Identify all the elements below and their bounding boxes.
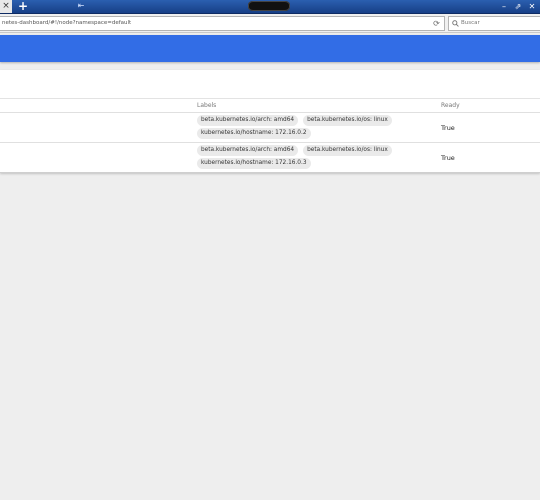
- label-chip: beta.kubernetes.io/os: linux: [303, 115, 392, 126]
- search-icon: [452, 17, 459, 30]
- labels-cell: beta.kubernetes.io/arch: amd64 beta.kube…: [197, 145, 432, 169]
- minimize-icon[interactable]: –: [500, 1, 508, 12]
- search-bar[interactable]: Buscar: [448, 16, 540, 31]
- tab-close-icon[interactable]: ×: [0, 0, 12, 13]
- new-tab-button[interactable]: +: [16, 0, 30, 13]
- address-bar[interactable]: netes-dashboard/#!/node?namespace=defaul…: [0, 16, 445, 31]
- label-chip: kubernetes.io/hostname: 172.16.0.3: [197, 158, 311, 169]
- label-chip: beta.kubernetes.io/os: linux: [303, 145, 392, 156]
- search-placeholder: Buscar: [461, 20, 480, 26]
- reload-icon[interactable]: ⟳: [432, 17, 441, 30]
- window-controls: – ⇗ ✕: [500, 0, 536, 13]
- card-toolbar: [0, 70, 540, 99]
- restore-icon[interactable]: ⇗: [514, 1, 522, 12]
- app-header: [0, 35, 540, 62]
- table-row[interactable]: beta.kubernetes.io/arch: amd64 beta.kube…: [0, 143, 540, 173]
- browser-navbar: netes-dashboard/#!/node?namespace=defaul…: [0, 14, 540, 33]
- ready-cell: True: [441, 124, 455, 132]
- column-header-labels: Labels: [197, 102, 217, 109]
- close-window-icon[interactable]: ✕: [528, 1, 536, 12]
- column-header-ready: Ready: [441, 102, 460, 109]
- url-text[interactable]: netes-dashboard/#!/node?namespace=defaul…: [2, 17, 131, 30]
- label-chip: kubernetes.io/hostname: 172.16.0.2: [197, 128, 311, 139]
- table-header: Labels Ready: [0, 99, 540, 113]
- browser-titlebar: × + ⇤ – ⇗ ✕: [0, 0, 540, 14]
- ready-cell: True: [441, 154, 455, 162]
- labels-cell: beta.kubernetes.io/arch: amd64 beta.kube…: [197, 115, 432, 139]
- table-row[interactable]: beta.kubernetes.io/arch: amd64 beta.kube…: [0, 113, 540, 143]
- label-chip: beta.kubernetes.io/arch: amd64: [197, 115, 299, 126]
- nodes-card: Labels Ready beta.kubernetes.io/arch: am…: [0, 70, 540, 173]
- label-chip: beta.kubernetes.io/arch: amd64: [197, 145, 299, 156]
- tab-scroll-icon[interactable]: ⇤: [76, 0, 86, 13]
- browser-logo: [248, 1, 290, 11]
